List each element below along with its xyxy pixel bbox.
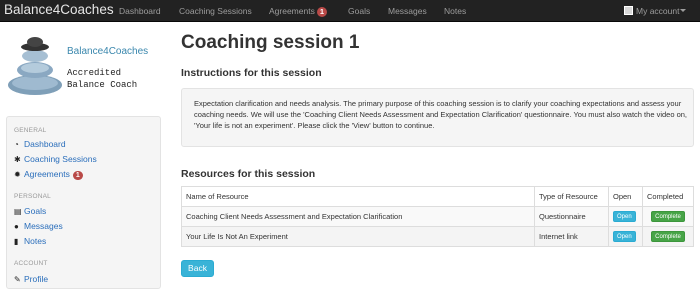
sidebar-item-label: Messages [24,221,63,231]
sidebar-item-label: Goals [24,206,47,216]
open-cell: Open [608,226,643,247]
nav-agreements-badge: 1 [316,7,328,17]
column-header-open: Open [608,186,643,207]
nav-notes[interactable]: Notes [444,6,466,17]
sidebar-header-account: ACCOUNT [14,260,48,267]
open-button[interactable]: Open [613,231,636,242]
account-menu[interactable]: My account [624,5,687,17]
page-title: Coaching session 1 [181,32,360,53]
account-label: My account [636,6,680,16]
nav-dashboard[interactable]: Dashboard [119,6,161,17]
table-row: Your Life Is Not An Experiment Internet … [181,226,694,247]
sidebar-item-profile[interactable]: ✎ Profile [14,274,48,285]
sidebar-item-notes[interactable]: ▮ Notes [14,236,46,247]
nav-agreements-label: Agreements [269,6,315,16]
instructions-heading: Instructions for this session [181,67,322,79]
complete-button[interactable]: Complete [651,211,685,222]
sidebar-item-label: Dashboard [24,139,66,149]
resource-name: Your Life Is Not An Experiment [181,226,535,247]
sidebar-header-personal: PERSONAL [14,193,52,200]
logo-subtitle: Accredited Balance Coach [67,67,137,91]
sidebar-item-agreements[interactable]: ✹ Agreements 1 [14,169,83,180]
sidebar-item-messages[interactable]: ● Messages [14,221,63,232]
completed-cell: Complete [642,226,694,247]
nav-agreements[interactable]: Agreements 1 [269,6,328,17]
top-navbar: Balance4Coaches Dashboard Coaching Sessi… [0,0,700,22]
sidebar-item-label: Profile [24,274,49,284]
file-icon: ▮ [14,237,19,246]
resources-heading: Resources for this session [181,168,316,180]
stones-logo-icon [8,37,62,95]
sidebar: GENERAL ◔ Dashboard ✱ Coaching Sessions ✹ A… [6,116,161,289]
open-cell: Open [608,206,643,227]
comments-icon: ● [14,222,19,231]
column-header-name: Name of Resource [181,186,535,207]
resource-type: Questionnaire [534,206,609,227]
nav-coaching-sessions[interactable]: Coaching Sessions [179,6,252,17]
sidebar-item-goals[interactable]: ▤ Goals [14,206,46,217]
completed-cell: Complete [642,206,694,227]
resources-table: Name of Resource Type of Resource Open C… [181,186,694,247]
resource-type: Internet link [534,226,609,247]
chevron-down-icon [680,9,687,12]
navbar-brand[interactable]: Balance4Coaches [4,2,114,18]
sidebar-item-label: Agreements [24,169,70,179]
sidebar-item-label: Notes [24,236,47,246]
sidebar-item-dashboard[interactable]: ◔ Dashboard [14,139,66,150]
table-header-row: Name of Resource Type of Resource Open C… [181,186,694,207]
edit-icon: ✎ [14,275,21,284]
instructions-text: Expectation clarification and needs anal… [194,99,688,130]
dashboard-icon: ◔ [14,140,19,149]
logo-title: Balance4Coaches [67,46,149,57]
column-header-completed: Completed [642,186,694,207]
nav-messages[interactable]: Messages [388,6,427,17]
back-button[interactable]: Back [181,260,214,277]
agreements-badge: 1 [72,171,83,180]
sidebar-item-coaching-sessions[interactable]: ✱ Coaching Sessions [14,154,97,165]
column-header-type: Type of Resource [534,186,609,207]
instructions-panel: Expectation clarification and needs anal… [181,88,694,147]
tasks-icon: ▤ [14,207,22,216]
table-row: Coaching Client Needs Assessment and Exp… [181,206,694,227]
sidebar-item-label: Coaching Sessions [24,154,97,164]
resource-name: Coaching Client Needs Assessment and Exp… [181,206,535,227]
sidebar-header-general: GENERAL [14,127,47,134]
nav-goals[interactable]: Goals [348,6,370,17]
logo-subtitle-line2: Balance Coach [67,80,138,90]
cogs-icon: ✱ [14,155,21,164]
user-avatar-icon [624,6,633,15]
open-button[interactable]: Open [613,211,636,222]
complete-button[interactable]: Complete [651,231,685,242]
logo-subtitle-line1: Accredited [67,68,122,78]
cog-icon: ✹ [14,170,21,179]
